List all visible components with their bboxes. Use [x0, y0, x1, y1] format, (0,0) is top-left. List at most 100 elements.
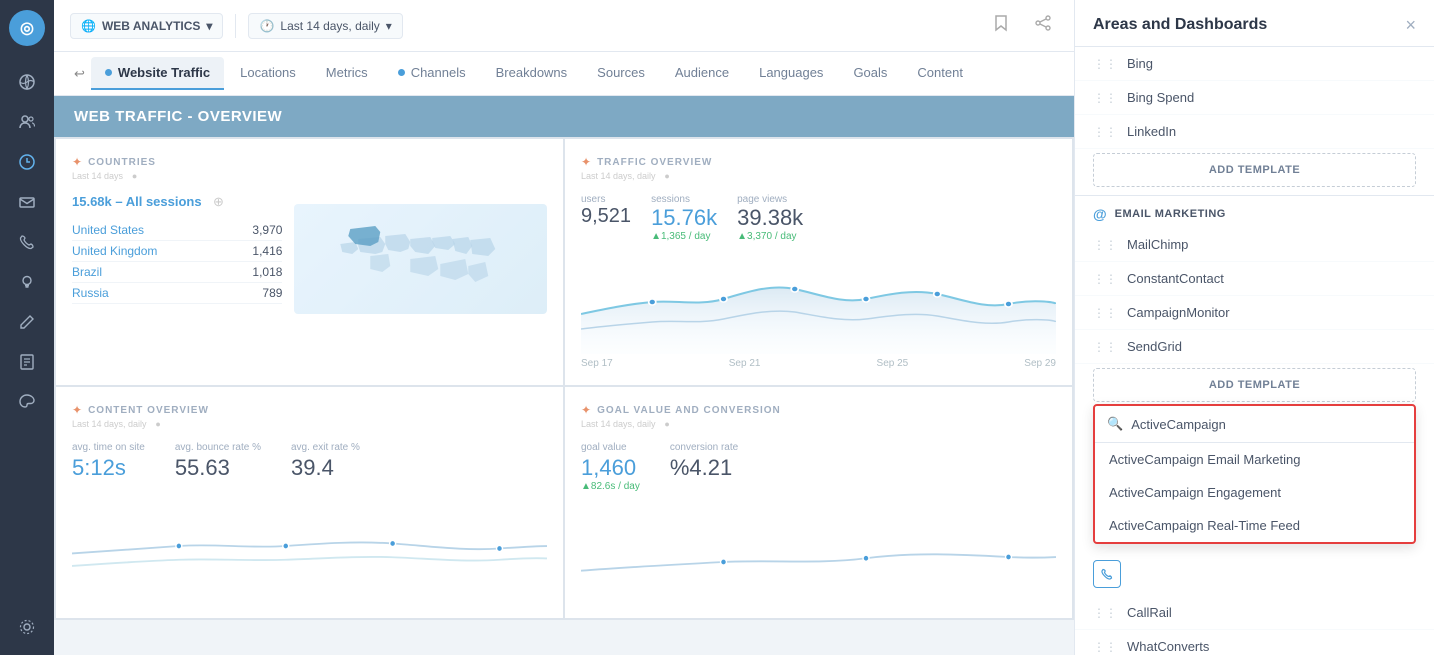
- sidebar-icon-phone[interactable]: [9, 224, 45, 260]
- dropdown-item-activecampaign-engagement[interactable]: ActiveCampaign Engagement: [1095, 476, 1414, 509]
- tab-label-channels: Channels: [411, 65, 466, 80]
- dropdown-search-bar: 🔍: [1095, 406, 1414, 443]
- countries-total: 15.68k – All sessions ⊕: [72, 194, 282, 210]
- template-item-bing[interactable]: ⋮⋮ Bing: [1075, 47, 1434, 81]
- tab-label-locations: Locations: [240, 65, 296, 80]
- template-item-campaignmonitor[interactable]: ⋮⋮ CampaignMonitor: [1075, 296, 1434, 330]
- close-button[interactable]: ×: [1405, 16, 1416, 34]
- sidebar-icon-bulb[interactable]: [9, 264, 45, 300]
- tab-locations[interactable]: Locations: [226, 57, 310, 90]
- lower-items: ⋮⋮ CallRail ⋮⋮ WhatConverts: [1075, 552, 1434, 655]
- left-sidebar: ◎: [0, 0, 54, 655]
- globe-icon: 🌐: [81, 19, 96, 33]
- analytics-selector[interactable]: 🌐 WEB ANALYTICS ▾: [70, 13, 223, 39]
- tab-breakdowns[interactable]: Breakdowns: [482, 57, 582, 90]
- share-action[interactable]: [1028, 10, 1058, 41]
- tab-label-goals: Goals: [853, 65, 887, 80]
- country-row-ru: Russia 789: [72, 283, 282, 304]
- content-widget-title: CONTENT OVERVIEW: [88, 405, 209, 416]
- tab-metrics[interactable]: Metrics: [312, 57, 382, 90]
- dropdown-item-activecampaign-email[interactable]: ActiveCampaign Email Marketing: [1095, 443, 1414, 476]
- add-template-button-2[interactable]: ADD TEMPLATE: [1093, 368, 1416, 402]
- template-name-callrail: CallRail: [1127, 605, 1172, 620]
- drag-handle-callrail: ⋮⋮: [1093, 606, 1117, 620]
- goal-value-widget: ✦ GOAL VALUE AND CONVERSION Last 14 days…: [565, 387, 1072, 618]
- tab-label-content: Content: [917, 65, 963, 80]
- phone-icon: [1093, 560, 1121, 588]
- goal-widget-icon: ✦: [581, 403, 591, 417]
- template-item-whatconverts[interactable]: ⋮⋮ WhatConverts: [1075, 630, 1434, 655]
- tab-languages[interactable]: Languages: [745, 57, 837, 90]
- channels-dot: [398, 69, 405, 76]
- bookmark-action[interactable]: [986, 10, 1016, 41]
- tab-website-traffic[interactable]: Website Traffic: [91, 57, 224, 90]
- content-widget-icon: ✦: [72, 403, 82, 417]
- subtitle-dot: ●: [132, 171, 137, 181]
- red-arrow: [1074, 395, 1076, 455]
- template-search-input[interactable]: [1131, 417, 1402, 432]
- analytics-label: WEB ANALYTICS: [102, 19, 200, 33]
- template-name-linkedin: LinkedIn: [1127, 124, 1176, 139]
- country-row-us: United States 3,970: [72, 220, 282, 241]
- nav-tabs: ↩ Website Traffic Locations Metrics Chan…: [54, 52, 1074, 96]
- template-item-linkedin[interactable]: ⋮⋮ LinkedIn: [1075, 115, 1434, 149]
- tab-content[interactable]: Content: [903, 57, 977, 90]
- sidebar-icon-edit[interactable]: [9, 304, 45, 340]
- sidebar-icon-analytics[interactable]: [9, 144, 45, 180]
- traffic-stats: users 9,521 sessions 15.76k ▲1,365 / day…: [581, 194, 1056, 242]
- tab-label-audience: Audience: [675, 65, 729, 80]
- sidebar-icon-mail[interactable]: [9, 184, 45, 220]
- traffic-chart: [581, 254, 1056, 354]
- chevron-down-icon-date: ▾: [386, 19, 392, 33]
- add-template-button-1[interactable]: ADD TEMPLATE: [1093, 153, 1416, 187]
- traffic-widget-title: TRAFFIC OVERVIEW: [597, 157, 712, 168]
- bounce-rate-stat: avg. bounce rate % 55.63: [175, 442, 261, 481]
- world-map: [294, 204, 547, 314]
- date-selector[interactable]: 🕐 Last 14 days, daily ▾: [248, 13, 402, 39]
- goal-value-stat: goal value 1,460 ▲82.6s / day: [581, 442, 640, 492]
- tab-channels[interactable]: Channels: [384, 57, 480, 90]
- template-item-sendgrid[interactable]: ⋮⋮ SendGrid: [1075, 330, 1434, 364]
- email-marketing-section-header: @ EMAIL MARKETING: [1075, 195, 1434, 228]
- stat-sessions: sessions 15.76k ▲1,365 / day: [651, 194, 717, 242]
- main-area: 🌐 WEB ANALYTICS ▾ 🕐 Last 14 days, daily …: [54, 0, 1074, 655]
- countries-widget: ✦ COUNTRIES Last 14 days ● 15.68k – All …: [56, 139, 563, 385]
- exit-rate-stat: avg. exit rate % 39.4: [291, 442, 360, 481]
- drag-handle-campaignmonitor: ⋮⋮: [1093, 306, 1117, 320]
- traffic-widget-icon: ✦: [581, 155, 591, 169]
- template-item-constantcontact[interactable]: ⋮⋮ ConstantContact: [1075, 262, 1434, 296]
- sidebar-icon-users[interactable]: [9, 104, 45, 140]
- add-template-label-2: ADD TEMPLATE: [1209, 379, 1300, 391]
- active-dot: [105, 69, 112, 76]
- traffic-dot: ●: [664, 171, 669, 181]
- template-name-constantcontact: ConstantContact: [1127, 271, 1224, 286]
- chart-dates: Sep 17 Sep 21 Sep 25 Sep 29: [581, 358, 1056, 369]
- dropdown-item-activecampaign-realtime[interactable]: ActiveCampaign Real-Time Feed: [1095, 509, 1414, 542]
- tab-audience[interactable]: Audience: [661, 57, 743, 90]
- drag-handle-linkedin: ⋮⋮: [1093, 125, 1117, 139]
- tab-goals[interactable]: Goals: [839, 57, 901, 90]
- countries-widget-icon: ✦: [72, 155, 82, 169]
- sidebar-icon-reports[interactable]: [9, 344, 45, 380]
- template-item-mailchimp[interactable]: ⋮⋮ MailChimp: [1075, 228, 1434, 262]
- back-icon[interactable]: ↩: [70, 62, 89, 86]
- add-template-dropdown-container: ADD TEMPLATE 🔍 ActiveCampaign Email Mark…: [1093, 368, 1416, 544]
- tab-label-languages: Languages: [759, 65, 823, 80]
- sidebar-icon-settings[interactable]: [9, 609, 45, 645]
- add-session-icon[interactable]: ⊕: [213, 194, 224, 209]
- phone-section: [1075, 552, 1434, 596]
- template-name-bing-spend: Bing Spend: [1127, 90, 1194, 105]
- sidebar-icon-palette[interactable]: [9, 384, 45, 420]
- date-label: Last 14 days, daily: [280, 19, 379, 33]
- template-item-bing-spend[interactable]: ⋮⋮ Bing Spend: [1075, 81, 1434, 115]
- right-panel-title: Areas and Dashboards: [1093, 16, 1267, 34]
- app-logo[interactable]: ◎: [9, 10, 45, 46]
- countries-list: United States 3,970 United Kingdom 1,416…: [72, 220, 282, 304]
- top-bar: 🌐 WEB ANALYTICS ▾ 🕐 Last 14 days, daily …: [54, 0, 1074, 52]
- tab-label-metrics: Metrics: [326, 65, 368, 80]
- template-item-callrail[interactable]: ⋮⋮ CallRail: [1075, 596, 1434, 630]
- sidebar-icon-globe[interactable]: [9, 64, 45, 100]
- country-row-br: Brazil 1,018: [72, 262, 282, 283]
- tab-sources[interactable]: Sources: [583, 57, 659, 90]
- content-subtitle: Last 14 days, daily ●: [72, 419, 547, 430]
